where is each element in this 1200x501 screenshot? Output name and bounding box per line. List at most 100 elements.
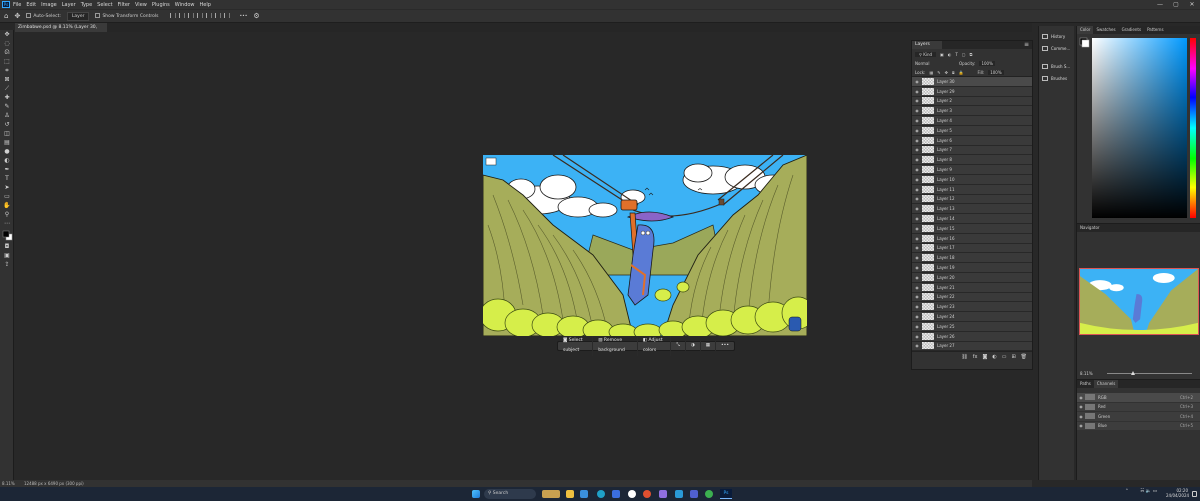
align-left-icon[interactable] <box>170 12 177 18</box>
fill-input[interactable]: 100% <box>988 69 1004 75</box>
comments-panel-button[interactable]: Comme... <box>1039 42 1074 54</box>
document-tab[interactable]: Zimbabwe.psd @ 8.11% (Layer 30, RGB/8#) … <box>15 23 107 39</box>
layer-row[interactable]: ◉ Layer 30 <box>912 77 1032 87</box>
add-mask-icon[interactable]: ◙ <box>982 354 987 360</box>
layer-row[interactable]: ◉ Layer 10 <box>912 175 1032 185</box>
panel-menu-icon[interactable]: ≡ <box>1024 41 1029 48</box>
object-select-tool-icon[interactable]: ⬚ <box>0 57 14 66</box>
layer-row[interactable]: ◉ Layer 11 <box>912 185 1032 195</box>
move-tool-icon[interactable]: ✥ <box>14 12 20 20</box>
remove-background-button[interactable]: ▨ Remove background <box>593 336 638 356</box>
align-middle-icon[interactable] <box>206 12 213 18</box>
new-group-icon[interactable]: ▭ <box>1002 354 1007 360</box>
tab-patterns[interactable]: Patterns <box>1144 26 1166 34</box>
visibility-eye-icon[interactable]: ◉ <box>912 236 922 241</box>
menu-select[interactable]: Select <box>97 2 112 8</box>
minimize-button[interactable]: — <box>1152 0 1168 9</box>
teams-icon[interactable] <box>690 490 698 498</box>
frame-tool-icon[interactable]: ⊠ <box>0 75 14 84</box>
visibility-eye-icon[interactable]: ◉ <box>912 157 922 162</box>
layer-row[interactable]: ◉ Layer 19 <box>912 263 1032 273</box>
channel-row[interactable]: ◉ Blue Ctrl+5 <box>1077 421 1200 430</box>
layer-row[interactable]: ◉ Layer 8 <box>912 155 1032 166</box>
chrome-icon[interactable] <box>705 490 713 498</box>
menu-type[interactable]: Type <box>81 2 92 8</box>
channel-row[interactable]: ◉ Red Ctrl+3 <box>1077 402 1200 411</box>
menu-layer[interactable]: Layer <box>62 2 76 8</box>
layer-row[interactable]: ◉ Layer 29 <box>912 87 1032 97</box>
navigator-zoom-thumb[interactable] <box>1131 371 1135 375</box>
visibility-eye-icon[interactable]: ◉ <box>912 343 922 348</box>
layer-row[interactable]: ◉ Layer 27 <box>912 342 1032 351</box>
visibility-eye-icon[interactable]: ◉ <box>912 206 922 211</box>
menu-help[interactable]: Help <box>200 2 211 8</box>
document-canvas[interactable] <box>483 155 807 336</box>
maximize-button[interactable]: ▢ <box>1168 0 1184 9</box>
layer-row[interactable]: ◉ Layer 22 <box>912 293 1032 303</box>
navigator-zoom-value[interactable]: 8.11% <box>1080 371 1093 376</box>
mask-icon[interactable]: ◑ <box>686 341 701 351</box>
healing-brush-tool-icon[interactable]: ✚ <box>0 93 14 102</box>
crop-tool-icon[interactable]: ⌗ <box>0 66 14 75</box>
file-explorer-icon[interactable] <box>566 490 574 498</box>
lock-all-icon[interactable]: 🔒 <box>959 70 964 75</box>
adjustment-layer-icon[interactable]: ◐ <box>992 354 996 360</box>
taskbar-clock[interactable]: 02:20 24/04/2024 <box>1166 488 1189 498</box>
visibility-eye-icon[interactable]: ◉ <box>912 196 922 201</box>
history-brush-tool-icon[interactable]: ↺ <box>0 120 14 129</box>
clock-app-icon[interactable] <box>628 490 636 498</box>
link-layers-icon[interactable]: ⛓ <box>961 354 967 360</box>
channel-visibility-eye-icon[interactable]: ◉ <box>1077 395 1085 400</box>
battery-icon[interactable]: ▭ <box>1153 489 1157 494</box>
tab-swatches[interactable]: Swatches <box>1093 26 1118 34</box>
layer-row[interactable]: ◉ Layer 18 <box>912 253 1032 264</box>
visibility-eye-icon[interactable]: ◉ <box>912 216 922 221</box>
close-window-button[interactable]: ✕ <box>1184 0 1200 9</box>
messaging-app-icon[interactable] <box>675 490 683 498</box>
visibility-eye-icon[interactable]: ◉ <box>912 98 922 103</box>
volume-icon[interactable]: 🔈 <box>1146 489 1152 494</box>
visibility-eye-icon[interactable]: ◉ <box>912 294 922 299</box>
layer-row[interactable]: ◉ Layer 15 <box>912 224 1032 234</box>
layer-row[interactable]: ◉ Layer 25 <box>912 322 1032 332</box>
blend-mode-dropdown[interactable]: Normal <box>915 61 955 66</box>
share-icon[interactable]: ⇪ <box>0 260 14 269</box>
lock-paint-icon[interactable]: ✎ <box>937 70 940 75</box>
menu-image[interactable]: Image <box>41 2 57 8</box>
kind-filter-dropdown[interactable]: ⚲ Kind <box>915 51 937 57</box>
tab-paths[interactable]: Paths <box>1077 380 1094 388</box>
visibility-eye-icon[interactable]: ◉ <box>912 255 922 260</box>
transform-icon[interactable]: ⤡ <box>671 341 686 351</box>
network-icon[interactable]: ☵ <box>1140 489 1144 494</box>
opacity-input[interactable]: 100% <box>979 61 995 66</box>
windows-start-icon[interactable] <box>472 490 480 498</box>
filter-pixel-icon[interactable]: ▣ <box>940 52 944 57</box>
layer-row[interactable]: ◉ Layer 12 <box>912 195 1032 205</box>
visibility-eye-icon[interactable]: ◉ <box>912 128 922 133</box>
layer-row[interactable]: ◉ Layer 20 <box>912 273 1032 283</box>
color-swatches-icon[interactable] <box>0 228 14 242</box>
select-subject-button[interactable]: ◙ Select subject <box>558 336 594 356</box>
browser-icon[interactable] <box>643 490 651 498</box>
tab-channels[interactable]: Channels <box>1093 380 1119 388</box>
settings-gear-icon[interactable]: ⚙ <box>253 12 259 20</box>
menu-edit[interactable]: Edit <box>26 2 36 8</box>
transform-controls-checkbox[interactable]: Show Transform Controls <box>95 13 158 19</box>
channel-row[interactable]: ◉ Green Ctrl+4 <box>1077 412 1200 421</box>
navigator-zoom-slider[interactable] <box>1107 373 1192 374</box>
notifications-icon[interactable] <box>1192 491 1197 497</box>
home-icon[interactable]: ⌂ <box>4 12 8 20</box>
layer-row[interactable]: ◉ Layer 14 <box>912 214 1032 224</box>
layer-row[interactable]: ◉ Layer 24 <box>912 312 1032 322</box>
align-right-icon[interactable] <box>188 12 195 18</box>
lasso-tool-icon[interactable]: ᘏ <box>0 48 14 57</box>
layer-row[interactable]: ◉ Layer 7 <box>912 146 1032 156</box>
store-icon[interactable] <box>612 490 620 498</box>
visibility-eye-icon[interactable]: ◉ <box>912 324 922 329</box>
layer-row[interactable]: ◉ Layer 21 <box>912 283 1032 293</box>
eyedropper-tool-icon[interactable]: ⟋ <box>0 84 14 93</box>
filter-type-icon[interactable]: T <box>955 52 957 57</box>
background-swatch[interactable] <box>1081 39 1090 48</box>
tab-gradients[interactable]: Gradients <box>1119 26 1145 34</box>
clone-stamp-tool-icon[interactable]: ♙ <box>0 111 14 120</box>
